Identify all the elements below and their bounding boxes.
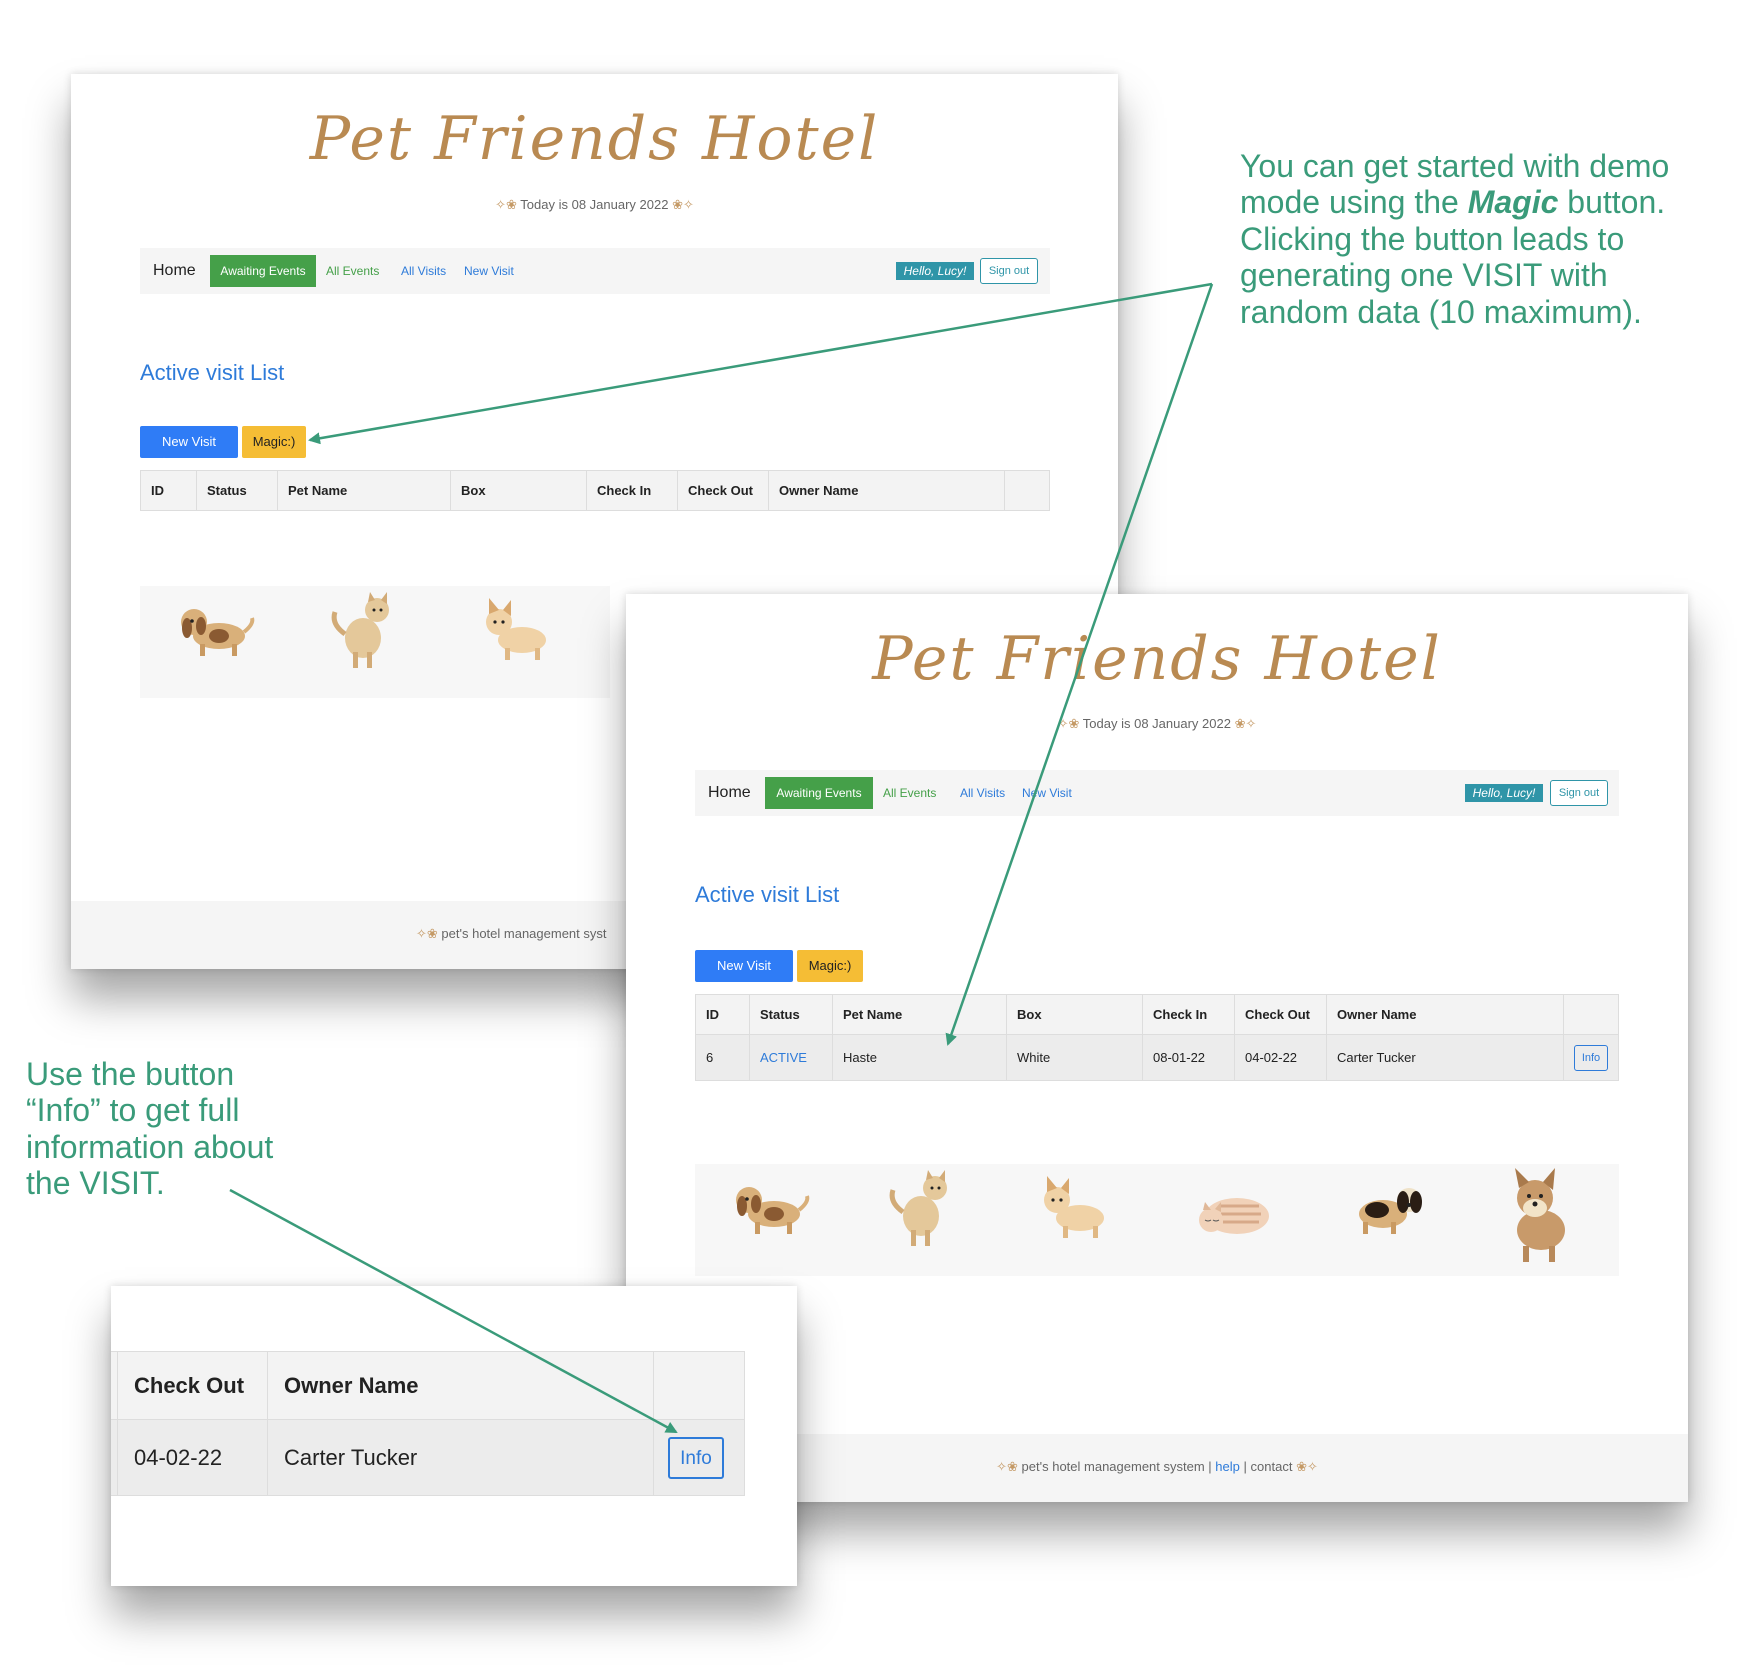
arrow-to-info-button — [229, 1188, 678, 1434]
arrow-to-table-row — [945, 283, 1214, 1046]
annotation-arrows — [229, 282, 1214, 1434]
arrow-to-magic-button — [308, 282, 1213, 445]
